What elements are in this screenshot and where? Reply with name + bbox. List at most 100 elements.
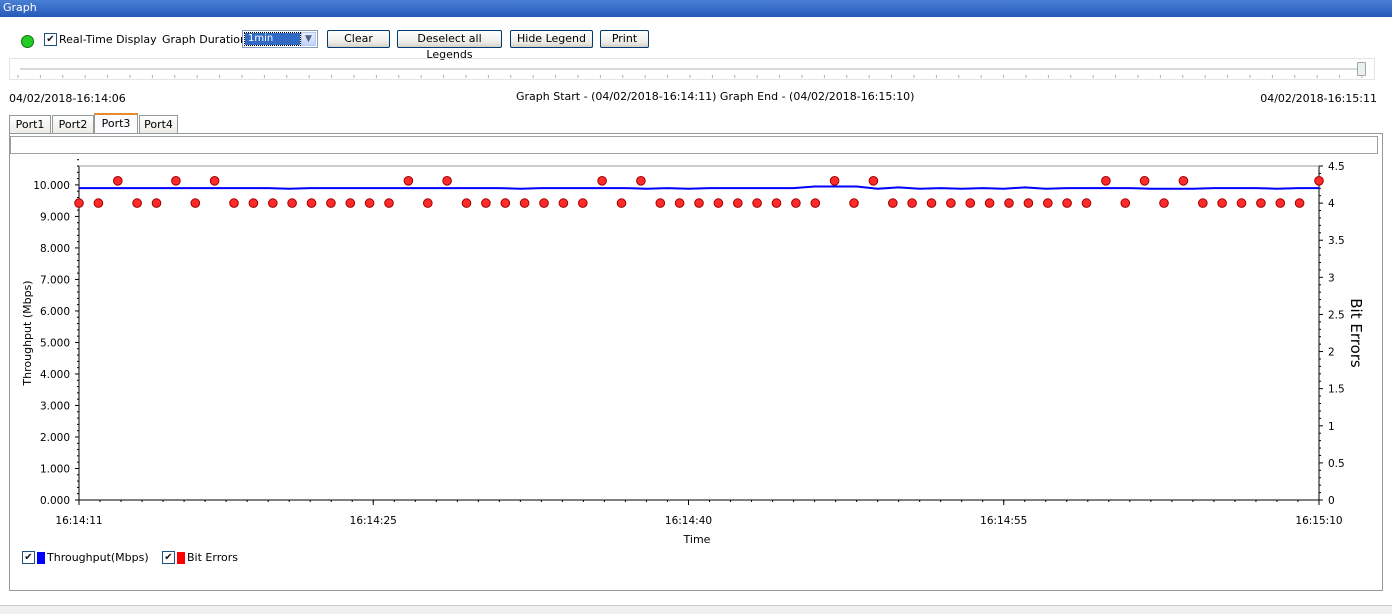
x-tick-label: 16:14:25 (350, 515, 397, 527)
bit-error-point (907, 198, 917, 208)
bit-error-point (113, 176, 123, 186)
bit-error-point (306, 198, 317, 208)
bit-error-point (132, 198, 142, 208)
y2-axis-label: Bit Errors (1347, 298, 1365, 368)
x-tick-label: 16:14:55 (980, 515, 1027, 527)
bit-error-point (287, 198, 297, 208)
bit-error-point (984, 198, 995, 208)
bit-error-point (771, 198, 782, 208)
bit-error-point (1023, 198, 1034, 208)
bit-error-point (1217, 198, 1227, 208)
legend-throughput-label: Throughput(Mbps) (47, 551, 149, 564)
bit-error-point (1120, 198, 1131, 208)
y-axis-label: Throughput (Mbps) (21, 280, 34, 386)
bit-error-point (616, 198, 627, 208)
bit-error-point (791, 198, 801, 208)
bit-error-point (345, 198, 356, 208)
y-tick-label: 10.000 (33, 180, 70, 192)
bit-error-point (461, 198, 472, 208)
bit-error-point (539, 198, 549, 208)
bit-error-point (849, 198, 859, 208)
bit-error-point (1159, 198, 1169, 208)
y-tick-label: 9.000 (40, 211, 70, 223)
bit-error-point (1198, 198, 1208, 208)
bit-error-point (868, 176, 879, 186)
legend-bit-errors-checkbox[interactable]: ✔ (162, 551, 175, 564)
bit-error-point (1004, 198, 1014, 208)
bit-error-point (713, 198, 724, 208)
y-tick-label: 6.000 (40, 306, 70, 318)
bit-error-point (1178, 176, 1189, 186)
y2-tick-label: 0.5 (1328, 458, 1345, 470)
bit-error-point (171, 176, 181, 186)
y2-tick-label: 3.5 (1328, 235, 1345, 247)
bit-error-point (965, 198, 976, 208)
y-tick-label: 0.000 (40, 495, 70, 507)
bit-error-point (597, 176, 607, 186)
bit-error-point (1043, 198, 1053, 208)
bit-error-point (578, 198, 588, 208)
bit-error-point (93, 198, 104, 208)
bit-error-point (558, 198, 569, 208)
x-axis-label: Time (683, 533, 711, 546)
bit-error-point (674, 198, 685, 208)
bit-error-point (442, 176, 452, 186)
bit-error-point (481, 198, 491, 208)
y-tick-label: 1.000 (40, 463, 70, 475)
y2-tick-label: 1 (1328, 421, 1335, 433)
bit-error-point (829, 176, 840, 186)
y-tick-label: 3.000 (40, 400, 70, 412)
legend-throughput-swatch (37, 552, 45, 564)
bit-error-point (209, 176, 220, 186)
x-tick-label: 16:14:11 (55, 515, 102, 527)
y2-tick-label: 4 (1328, 198, 1335, 210)
status-bar (0, 606, 1392, 614)
bit-error-point (500, 198, 511, 208)
bit-error-point (1139, 176, 1150, 186)
y-tick-label: 5.000 (40, 337, 70, 349)
legend-bit-errors-label: Bit Errors (187, 551, 238, 564)
bit-error-point (1294, 198, 1305, 208)
y2-tick-label: 4.5 (1328, 161, 1345, 173)
bit-error-point (1236, 198, 1247, 208)
y-tick-label: 8.000 (40, 243, 70, 255)
bit-error-point (810, 198, 821, 208)
bit-error-point (326, 198, 336, 208)
y2-tick-label: 2 (1328, 347, 1335, 359)
bit-error-point (229, 198, 239, 208)
legend-bit-errors-swatch (177, 552, 185, 564)
bit-error-point (1314, 176, 1324, 186)
y-tick-label: 7.000 (40, 274, 70, 286)
y2-tick-label: 0 (1328, 495, 1335, 507)
y2-tick-label: 3 (1328, 272, 1335, 284)
bit-error-point (384, 198, 394, 208)
bit-error-point (1081, 198, 1092, 208)
legend-throughput-checkbox[interactable]: ✔ (22, 551, 35, 564)
y-tick-label: 4.000 (40, 369, 70, 381)
bit-error-point (151, 198, 162, 208)
bit-error-point (1275, 198, 1286, 208)
bit-error-point (268, 198, 278, 208)
bit-error-point (655, 198, 666, 208)
bit-error-point (946, 198, 956, 208)
x-tick-label: 16:15:10 (1295, 515, 1342, 527)
bit-error-point (1256, 198, 1266, 208)
bit-error-point (74, 198, 84, 208)
bit-error-point (190, 198, 201, 208)
bit-error-point (519, 198, 530, 208)
bit-error-point (636, 176, 646, 186)
bit-error-point (752, 198, 762, 208)
y2-tick-label: 1.5 (1328, 384, 1345, 396)
y2-tick-label: 2.5 (1328, 309, 1345, 321)
x-tick-label: 16:14:40 (665, 515, 712, 527)
bit-error-point (423, 198, 433, 208)
bit-error-point (248, 198, 259, 208)
throughput-series-line (79, 185, 1319, 190)
bit-error-point (403, 176, 414, 186)
bit-error-point (733, 198, 743, 208)
bit-error-point (888, 198, 898, 208)
bit-error-point (1062, 198, 1072, 208)
bit-error-point (926, 198, 937, 208)
throughput-chart: 0.000 1.000 2.000 3.000 4.000 5.000 6.000 7.000… (21, 159, 1365, 546)
y-tick-label: 2.000 (40, 432, 70, 444)
